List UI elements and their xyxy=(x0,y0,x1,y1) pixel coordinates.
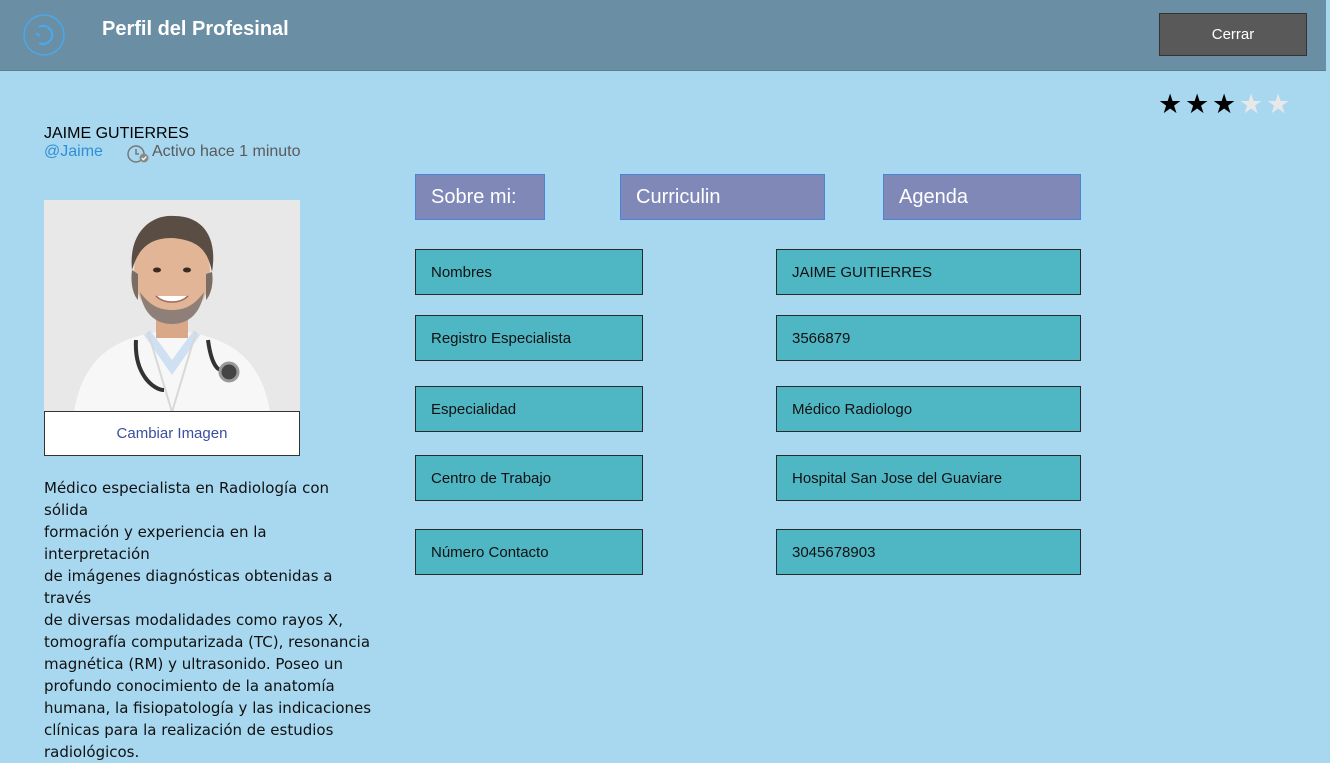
tab-agenda[interactable]: Agenda xyxy=(883,174,1081,220)
star-rating[interactable]: ★ ★ ★ ★ ★ xyxy=(1158,91,1290,118)
star-icon[interactable]: ★ xyxy=(1239,91,1263,118)
field-label-registro: Registro Especialista xyxy=(415,315,643,361)
field-label-centro: Centro de Trabajo xyxy=(415,455,643,501)
field-label-nombres: Nombres xyxy=(415,249,643,295)
field-value-nombres[interactable]: JAIME GUITIERRES xyxy=(776,249,1081,295)
change-image-button[interactable]: Cambiar Imagen xyxy=(44,411,300,456)
field-value-centro[interactable]: Hospital San Jose del Guaviare xyxy=(776,455,1081,501)
doctor-portrait-image xyxy=(44,200,300,412)
tab-sobre-mi[interactable]: Sobre mi: xyxy=(415,174,545,220)
profile-handle-link[interactable]: @Jaime xyxy=(44,143,103,161)
tab-curriculin[interactable]: Curriculin xyxy=(620,174,825,220)
field-label-contacto: Número Contacto xyxy=(415,529,643,575)
star-icon[interactable]: ★ xyxy=(1158,91,1182,118)
clock-check-icon xyxy=(127,145,149,163)
field-value-registro[interactable]: 3566879 xyxy=(776,315,1081,361)
close-button[interactable]: Cerrar xyxy=(1159,13,1307,56)
refresh-circle-icon[interactable] xyxy=(22,12,66,58)
profile-photo xyxy=(44,200,300,412)
star-icon[interactable]: ★ xyxy=(1266,91,1290,118)
page-title: Perfil del Profesinal xyxy=(102,18,289,40)
profile-bio: Médico especialista en Radiología con só… xyxy=(44,479,372,761)
app-header: Perfil del Profesinal Cerrar xyxy=(0,0,1326,71)
field-value-especialidad[interactable]: Médico Radiologo xyxy=(776,386,1081,432)
field-label-especialidad: Especialidad xyxy=(415,386,643,432)
star-icon[interactable]: ★ xyxy=(1185,91,1209,118)
field-value-contacto[interactable]: 3045678903 xyxy=(776,529,1081,575)
profile-name: JAIME GUTIERRES xyxy=(44,125,189,142)
activity-status: Activo hace 1 minuto xyxy=(152,143,301,160)
star-icon[interactable]: ★ xyxy=(1212,91,1236,118)
